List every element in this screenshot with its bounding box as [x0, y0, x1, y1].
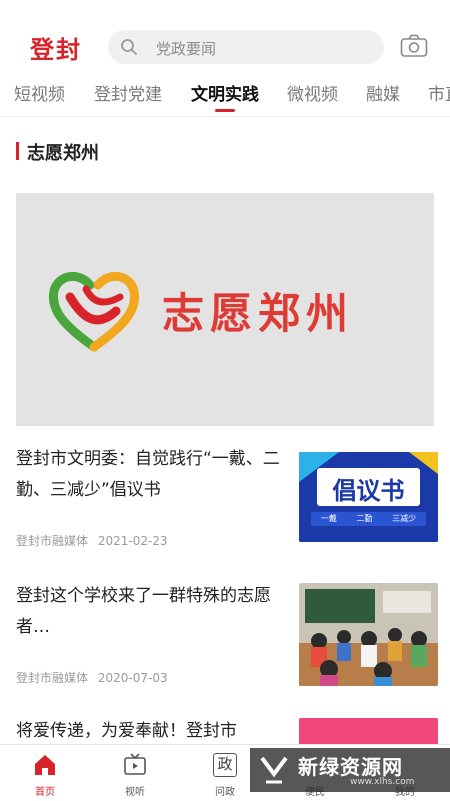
article-title: 登封这个学校来了一群特殊的志愿者… — [16, 586, 271, 637]
article-thumbnail: 倡议书 一戴 二勤 三减少 — [299, 452, 438, 542]
banner-title: 志愿郑州 — [162, 289, 355, 338]
article-meta: 登封市融媒体 2020-07-03 — [16, 669, 174, 686]
tab-civilization-practice[interactable]: 文明实践 — [191, 80, 259, 105]
nav-label: 视听 — [125, 787, 145, 798]
nav-audio-video[interactable]: 视听 — [100, 745, 170, 801]
watermark-text: 新绿资源网 — [298, 755, 403, 779]
thumbnail-title: 倡议书 — [332, 476, 405, 505]
article-thumbnail — [299, 583, 438, 686]
classroom-photo — [299, 583, 438, 686]
volunteer-heart-logo — [48, 272, 140, 352]
politics-icon: 政 — [213, 753, 237, 777]
article-date: 2020-07-03 — [97, 671, 168, 685]
active-tab-indicator — [215, 109, 235, 112]
list-item[interactable]: 将爱传递，为爱奉献！登封市 — [16, 716, 438, 746]
politics-icon-glyph: 政 — [217, 755, 233, 773]
article-meta: 登封市融媒体 2021-02-23 — [16, 532, 174, 549]
thumbnail-subtitle-item: 三减少 — [392, 514, 417, 523]
tab-city-direct[interactable]: 市直 — [428, 80, 450, 105]
list-item[interactable]: 登封市文明委：自觉践行“一戴、二勤、三减少”倡议书 登封市融媒体 2021-02… — [16, 444, 438, 564]
article-date: 2021-02-23 — [97, 534, 168, 548]
category-tabs: 短视频 登封党建 文明实践 微视频 融媒 市直 — [0, 74, 450, 114]
thumbnail-subtitle-item: 二勤 — [356, 514, 373, 523]
app-logo[interactable]: 登封 — [30, 30, 82, 65]
watermark-url: www.xlhs.com — [350, 777, 415, 787]
article-title: 将爱传递，为爱奉献！登封市 — [16, 721, 237, 741]
nav-label: 首页 — [35, 787, 55, 798]
watermark-logo-icon — [260, 756, 288, 784]
tab-micro-video[interactable]: 微视频 — [287, 80, 338, 105]
home-icon — [35, 755, 55, 775]
list-item[interactable]: 登封这个学校来了一群特殊的志愿者… 登封市融媒体 2020-07-03 — [16, 581, 438, 701]
divider — [0, 116, 450, 117]
search-icon — [121, 39, 137, 55]
search-placeholder: 党政要闻 — [156, 40, 217, 58]
section-accent-bar — [16, 142, 19, 160]
search-bar[interactable]: 党政要闻 — [108, 30, 384, 64]
article-source: 登封市融媒体 — [16, 671, 89, 685]
tab-short-video[interactable]: 短视频 — [14, 80, 65, 105]
tv-icon — [124, 753, 146, 775]
nav-home[interactable]: 首页 — [10, 745, 80, 801]
thumbnail-subtitle: 一戴 二勤 三减少 — [311, 513, 426, 524]
tab-dengfeng-party[interactable]: 登封党建 — [94, 80, 162, 105]
article-title: 登封市文明委：自觉践行“一戴、二勤、三减少”倡议书 — [16, 449, 280, 500]
section-title: 志愿郑州 — [27, 143, 99, 164]
thumbnail-subtitle-item: 一戴 — [320, 514, 337, 523]
tab-media[interactable]: 融媒 — [366, 80, 400, 105]
top-bar: 登封 党政要闻 — [0, 0, 450, 70]
article-source: 登封市融媒体 — [16, 534, 89, 548]
camera-icon[interactable] — [400, 34, 428, 58]
watermark: 新绿资源网 www.xlhs.com — [250, 748, 450, 792]
banner-image[interactable]: 志愿郑州 — [16, 193, 434, 426]
article-thumbnail — [299, 718, 438, 746]
